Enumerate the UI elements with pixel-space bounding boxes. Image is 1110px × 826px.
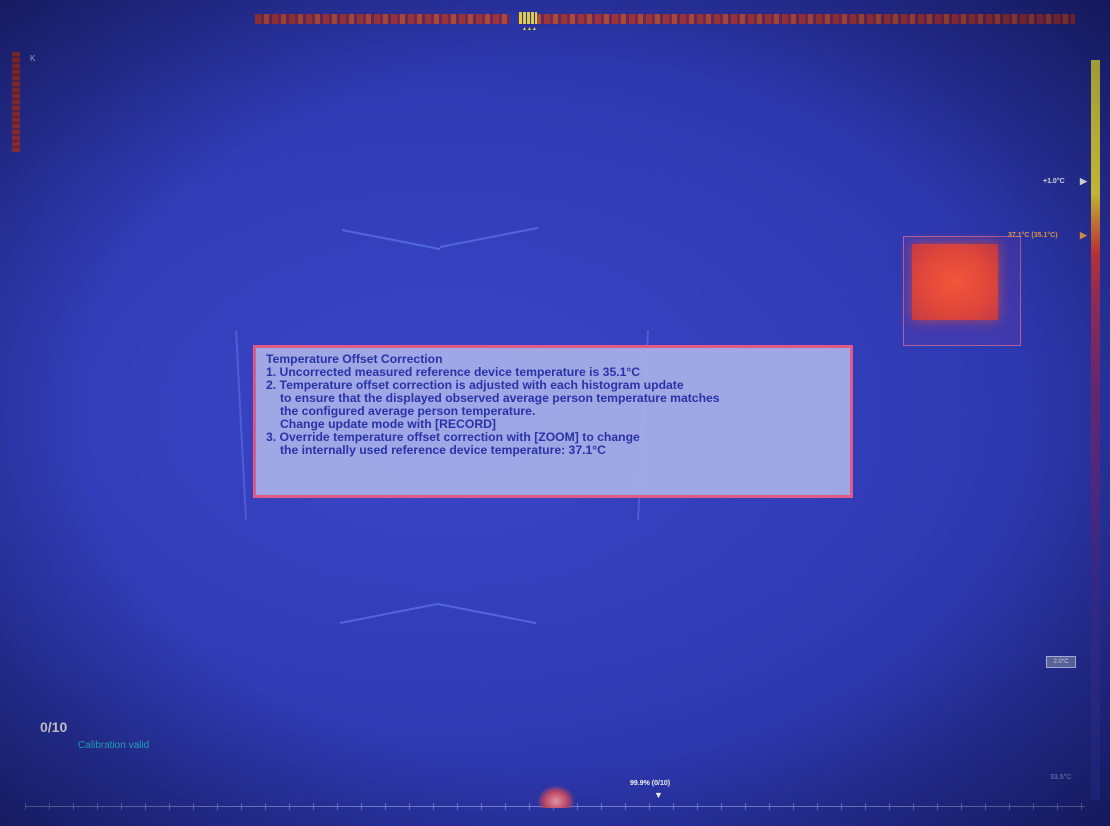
top-strip-gap <box>510 12 518 26</box>
left-histogram-strip <box>12 52 20 152</box>
panel-line-7: the internally used reference device tem… <box>280 443 606 457</box>
temperature-color-scale <box>1091 60 1100 800</box>
calibration-status: Calibration valid <box>78 740 150 751</box>
reticle-top-left <box>341 229 441 251</box>
scale-reference-label: 37.1°C (35.1°C) <box>1008 232 1058 239</box>
thermal-camera-view: ▲▲▲ K +1.0°C ▶ 37.1°C (35.1°C) ▶ 2.0°C 3… <box>0 0 1110 826</box>
sample-counter: 0/10 <box>40 719 68 735</box>
scale-high-label: +1.0°C <box>1043 178 1065 185</box>
reference-device-hotspot <box>912 244 998 320</box>
corner-label: K <box>30 54 36 63</box>
reticle-bottom-right <box>437 603 537 625</box>
histogram-peak <box>538 786 574 808</box>
reticle-top-right <box>439 226 539 248</box>
top-marker-label: ▲▲▲ <box>522 26 537 32</box>
scale-bottom-label: 33.5°C <box>1050 774 1072 781</box>
histogram-marker-icon: ▼ <box>654 790 663 800</box>
top-histogram-strip <box>255 14 1075 24</box>
reticle-side-left <box>235 330 247 520</box>
reticle-bottom-left <box>339 602 439 624</box>
top-position-marker <box>519 12 537 24</box>
scale-high-arrow-icon: ▶ <box>1080 176 1087 186</box>
scale-reference-arrow-icon: ▶ <box>1080 230 1087 240</box>
histogram-percent-label: 99.9% (0/10) <box>630 780 671 787</box>
scale-low-label: 2.0°C <box>1046 656 1076 668</box>
temperature-offset-info-panel: Temperature Offset Correction 1. Uncorre… <box>253 345 853 498</box>
